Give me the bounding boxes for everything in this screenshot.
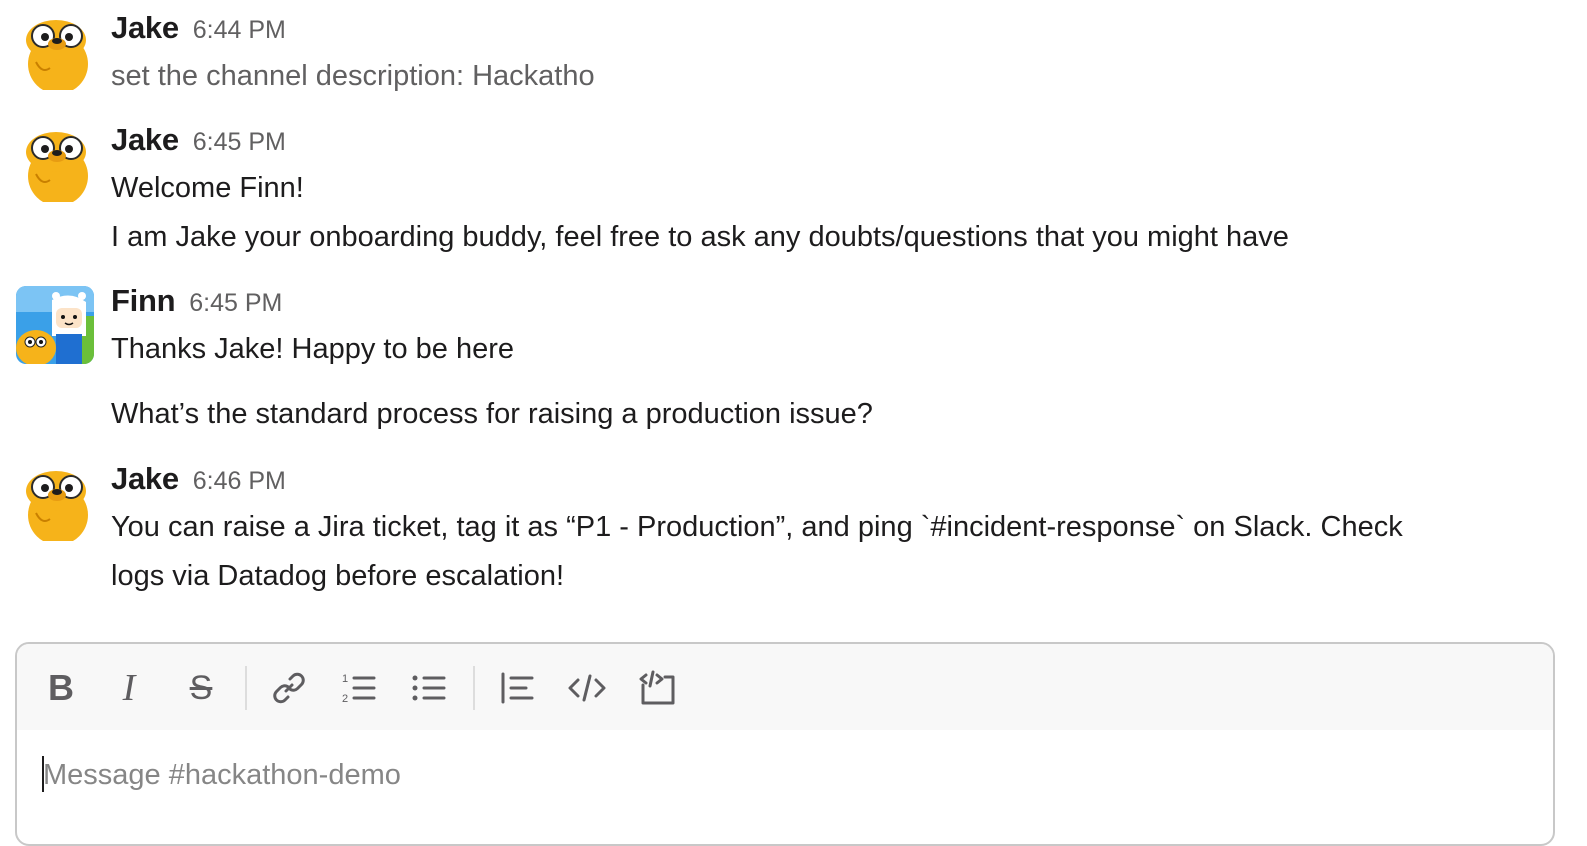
author-name[interactable]: Finn: [111, 283, 176, 318]
code-block-icon: [639, 670, 675, 705]
toolbar-divider: [473, 666, 475, 710]
author-name[interactable]: Jake: [111, 10, 179, 45]
message-timestamp[interactable]: 6:45 PM: [189, 289, 282, 317]
jake-avatar-icon: [26, 132, 88, 202]
bulleted-list-button[interactable]: [407, 666, 451, 710]
message-text: set the channel description: Hackatho: [111, 60, 595, 92]
message-composer: B I S 1 2: [15, 642, 1555, 846]
blockquote-icon: [501, 672, 534, 704]
author-name[interactable]: Jake: [111, 461, 179, 496]
toolbar-divider: [245, 666, 247, 710]
jake-avatar[interactable]: [16, 463, 94, 541]
message-text: You can raise a Jira ticket, tag it as “…: [111, 511, 1403, 543]
blockquote-button[interactable]: [495, 666, 539, 710]
finn-avatar-icon: [16, 286, 94, 364]
ordered-list-button[interactable]: 1 2: [337, 666, 381, 710]
message-header: Jake 6:44 PM: [111, 10, 286, 50]
message-header: Finn 6:45 PM: [111, 283, 282, 323]
italic-button[interactable]: I: [107, 666, 151, 710]
link-icon: [273, 672, 305, 704]
finn-avatar[interactable]: [16, 286, 94, 364]
message-header: Jake 6:45 PM: [111, 122, 286, 162]
formatting-toolbar: B I S 1 2: [17, 644, 1553, 730]
message-timestamp[interactable]: 6:45 PM: [193, 128, 286, 156]
message-timestamp[interactable]: 6:46 PM: [193, 467, 286, 495]
jake-avatar-icon: [26, 471, 88, 541]
bulleted-list-icon: [412, 675, 446, 701]
svg-text:2: 2: [342, 693, 348, 705]
message-text: What’s the standard process for raising …: [111, 398, 873, 430]
code-button[interactable]: [565, 666, 609, 710]
bold-button[interactable]: B: [39, 666, 83, 710]
code-icon: [568, 674, 606, 702]
jake-avatar[interactable]: [16, 12, 94, 90]
strikethrough-button[interactable]: S: [179, 666, 223, 710]
author-name[interactable]: Jake: [111, 122, 179, 157]
jake-avatar-icon: [26, 20, 88, 90]
message-text: Thanks Jake! Happy to be here: [111, 333, 515, 365]
italic-icon: I: [122, 667, 136, 709]
message-timestamp[interactable]: 6:44 PM: [193, 16, 286, 44]
message-header: Jake 6:46 PM: [111, 461, 286, 501]
message-input[interactable]: [43, 750, 1523, 800]
ordered-list-icon: 1 2: [342, 673, 376, 705]
link-button[interactable]: [267, 666, 311, 710]
jake-avatar[interactable]: [16, 124, 94, 202]
message-text: Welcome Finn!: [111, 172, 304, 204]
text-caret: [42, 756, 44, 792]
message-text: logs via Datadog before escalation!: [111, 560, 565, 592]
code-block-button[interactable]: [635, 666, 679, 710]
strikethrough-icon: S: [189, 668, 213, 707]
bold-icon: B: [48, 667, 74, 708]
svg-text:1: 1: [342, 673, 348, 685]
message-text: I am Jake your onboarding buddy, feel fr…: [111, 221, 1289, 253]
